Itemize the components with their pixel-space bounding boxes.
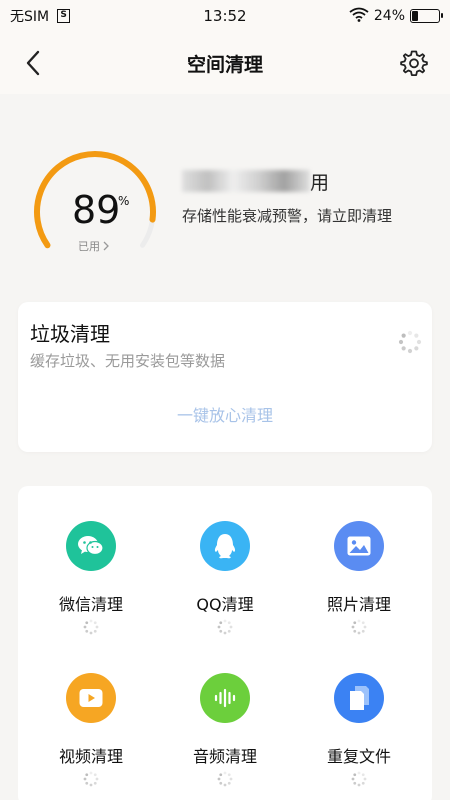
chevron-left-icon xyxy=(26,50,40,76)
loading-spinner-icon xyxy=(83,771,99,791)
loading-spinner-icon xyxy=(217,771,233,791)
qq-icon xyxy=(200,521,250,571)
loading-spinner-icon xyxy=(398,330,422,358)
chevron-right-icon xyxy=(103,241,109,251)
back-button[interactable] xyxy=(18,48,48,78)
redacted-device-name xyxy=(182,170,310,192)
storage-warning: 存储性能衰减预警，请立即清理 xyxy=(182,207,393,225)
settings-button[interactable] xyxy=(398,47,430,79)
category-label: QQ清理 xyxy=(196,595,254,614)
used-percent-unit: % xyxy=(118,194,130,208)
gear-icon xyxy=(400,50,428,76)
sim-icon: S xyxy=(57,9,71,23)
photo-icon xyxy=(334,521,384,571)
video-icon xyxy=(66,673,116,723)
duplicate-file-icon xyxy=(334,673,384,723)
loading-spinner-icon xyxy=(351,619,367,639)
wechat-icon xyxy=(66,521,116,571)
loading-spinner-icon xyxy=(83,619,99,639)
audio-icon xyxy=(200,673,250,723)
status-right: 24% xyxy=(349,7,443,26)
wifi-icon xyxy=(349,7,369,26)
loading-spinner-icon xyxy=(217,619,233,639)
status-left: 无SIM S xyxy=(10,6,71,26)
category-label: 照片清理 xyxy=(326,595,391,614)
used-percent-value: 89 xyxy=(72,188,121,232)
category-label: 微信清理 xyxy=(58,595,123,614)
battery-fill xyxy=(412,11,419,21)
storage-device-title: 用 xyxy=(182,168,329,195)
category-tile-duplicate-file[interactable]: 重复文件 xyxy=(294,673,424,800)
storage-summary: 89 % 已用 用 存储性能衰减预警，请立即清理 xyxy=(30,150,430,260)
status-bar: 无SIM S 13:52 24% xyxy=(0,0,450,32)
junk-clean-card: 垃圾清理 缓存垃圾、无用安装包等数据 一键放心清理 xyxy=(18,302,432,452)
storage-gauge[interactable]: 89 % 已用 xyxy=(30,150,160,260)
loading-spinner-icon xyxy=(351,771,367,791)
used-label: 已用 xyxy=(78,238,109,254)
category-grid-card: 微信清理 QQ清理 照片清理视频清理 音频清理 重复文件 xyxy=(18,486,432,800)
category-label: 视频清理 xyxy=(58,747,123,766)
category-tile-audio[interactable]: 音频清理 xyxy=(160,673,290,800)
category-tile-photo[interactable]: 照片清理 xyxy=(294,521,424,661)
category-tile-video[interactable]: 视频清理 xyxy=(26,673,156,800)
carrier-text: 无SIM xyxy=(10,9,50,25)
category-tile-wechat[interactable]: 微信清理 xyxy=(26,521,156,661)
used-label-text: 已用 xyxy=(78,240,100,253)
storage-title-suffix: 用 xyxy=(310,172,330,194)
junk-clean-description: 缓存垃圾、无用安装包等数据 xyxy=(30,352,226,370)
navigation-bar: 空间清理 xyxy=(0,32,450,94)
category-label: 音频清理 xyxy=(192,747,257,766)
battery-icon xyxy=(410,9,443,23)
one-click-clean-button[interactable]: 一键放心清理 xyxy=(18,402,432,426)
category-tile-qq[interactable]: QQ清理 xyxy=(160,521,290,661)
battery-percent: 24% xyxy=(373,8,405,24)
junk-clean-title: 垃圾清理 xyxy=(30,322,110,346)
category-label: 重复文件 xyxy=(326,747,391,766)
page-title: 空间清理 xyxy=(186,53,263,76)
